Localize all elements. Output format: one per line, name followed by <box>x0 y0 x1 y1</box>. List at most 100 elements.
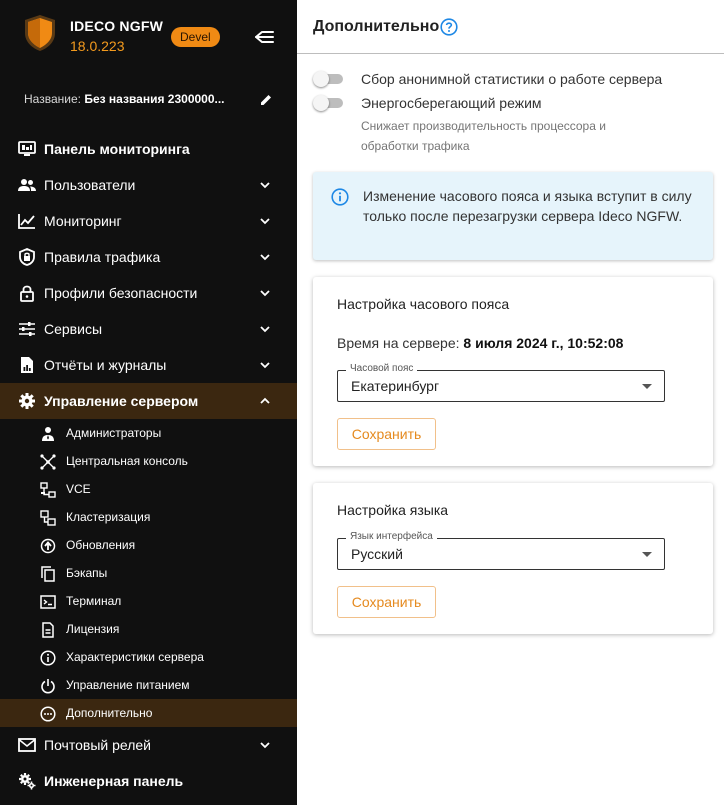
sidebar-subitem-label: Лицензия <box>66 622 120 636</box>
chevron-up-icon <box>260 397 270 404</box>
chevron-down-icon <box>260 362 270 369</box>
timezone-select-label: Часовой пояс <box>346 363 418 374</box>
update-icon <box>40 538 56 554</box>
sidebar-item-server-management[interactable]: Управление сервером <box>0 383 297 419</box>
sidebar-subitem-power[interactable]: Управление питанием <box>0 671 297 699</box>
sidebar-subitem-label: Обновления <box>66 538 136 552</box>
help-icon[interactable] <box>440 18 458 36</box>
sidebar-subitem-label: Администраторы <box>66 426 162 440</box>
shield-logo-icon <box>25 15 55 51</box>
sidebar-item-monitoring-panel[interactable]: Панель мониторинга <box>0 131 297 167</box>
sidebar-subitem-additional[interactable]: Дополнительно <box>0 699 297 727</box>
sidebar-subitem-label: Управление питанием <box>66 678 190 692</box>
sidebar-subitem-server-specs[interactable]: Характеристики сервера <box>0 643 297 671</box>
info-icon <box>331 188 349 206</box>
brand-name: IDECO NGFW <box>70 18 163 34</box>
sidebar-subitem-clustering[interactable]: Кластеризация <box>0 503 297 531</box>
sidebar-item-traffic-rules[interactable]: Правила трафика <box>0 239 297 275</box>
document-icon <box>42 622 54 638</box>
sliders-icon <box>19 322 35 336</box>
mail-icon <box>18 738 36 752</box>
page-header: Дополнительно <box>297 0 724 54</box>
info-icon <box>40 650 56 666</box>
info-alert-text: Изменение часового пояса и языка вступит… <box>363 188 692 224</box>
sidebar-subitem-label: Кластеризация <box>66 510 151 524</box>
gear-icon <box>19 393 35 409</box>
sidebar-item-monitoring[interactable]: Мониторинг <box>0 203 297 239</box>
sidebar-item-security-profiles[interactable]: Профили безопасности <box>0 275 297 311</box>
language-save-button[interactable]: Сохранить <box>337 586 436 618</box>
sidebar-nav: Панель мониторинга Пользователи Монитори… <box>0 131 297 799</box>
sidebar-item-label: Профили безопасности <box>44 285 198 301</box>
server-name: Название: Без названия 2300000... <box>24 92 240 106</box>
sidebar-subitem-terminal[interactable]: Терминал <box>0 587 297 615</box>
timezone-save-button[interactable]: Сохранить <box>337 418 436 450</box>
sidebar-subitem-label: Терминал <box>66 594 122 608</box>
chevron-down-icon <box>260 182 270 189</box>
sidebar-subitem-label: Центральная консоль <box>66 454 188 468</box>
timezone-select[interactable]: Часовой пояс Екатеринбург <box>337 363 665 402</box>
sidebar-subitem-license[interactable]: Лицензия <box>0 615 297 643</box>
shield-lock-icon <box>19 248 35 266</box>
sidebar-item-engineering-panel[interactable]: Инженерная панель <box>0 763 297 799</box>
timezone-select-value: Екатеринбург <box>351 378 440 394</box>
sidebar-item-label: Почтовый релей <box>44 737 151 753</box>
sidebar-item-label: Панель мониторинга <box>44 141 190 157</box>
main-content: Дополнительно Сбор анонимной статистики … <box>297 0 724 805</box>
server-name-value: Без названия 2300000... <box>84 92 225 106</box>
sidebar-subitem-label: Характеристики сервера <box>66 650 204 664</box>
network-icon <box>40 454 56 470</box>
copy-icon <box>41 566 55 582</box>
sidebar-subitem-label: VCE <box>66 482 91 496</box>
brand-version: 18.0.223 <box>70 38 125 54</box>
language-select[interactable]: Язык интерфейса Русский <box>337 531 665 570</box>
sidebar-subitem-central-console[interactable]: Центральная консоль <box>0 447 297 475</box>
dropdown-arrow-icon <box>642 552 652 557</box>
sidebar-item-label: Мониторинг <box>44 213 122 229</box>
sidebar-item-label: Управление сервером <box>44 393 199 409</box>
power-save-toggle-label: Энергосберегающий режим <box>361 95 542 111</box>
chevron-down-icon <box>260 290 270 297</box>
stats-toggle-label: Сбор анонимной статистики о работе серве… <box>361 71 663 87</box>
power-save-toggle[interactable] <box>313 95 343 111</box>
cluster-icon <box>40 510 56 526</box>
chart-line-icon <box>18 214 35 229</box>
power-icon <box>41 679 55 694</box>
server-time-value: 8 июля 2024 г., 10:52:08 <box>463 335 624 351</box>
language-card: Настройка языка Язык интерфейса Русский … <box>313 483 713 634</box>
language-card-title: Настройка языка <box>337 502 449 518</box>
sidebar-item-users[interactable]: Пользователи <box>0 167 297 203</box>
server-time: Время на сервере: 8 июля 2024 г., 10:52:… <box>337 335 623 351</box>
chevron-down-icon <box>260 742 270 749</box>
sidebar-item-services[interactable]: Сервисы <box>0 311 297 347</box>
chevron-down-icon <box>260 254 270 261</box>
sidebar-subitem-vce[interactable]: VCE <box>0 475 297 503</box>
sidebar-subitem-label: Дополнительно <box>66 706 153 720</box>
sidebar-item-label: Отчёты и журналы <box>44 357 167 373</box>
sidebar-subitem-updates[interactable]: Обновления <box>0 531 297 559</box>
gears-icon <box>19 773 36 790</box>
sidebar-item-mail-relay[interactable]: Почтовый релей <box>0 727 297 763</box>
sidebar-item-label: Инженерная панель <box>44 773 184 789</box>
sidebar-subitem-backups[interactable]: Бэкапы <box>0 559 297 587</box>
dropdown-arrow-icon <box>642 384 652 389</box>
sidebar-subitem-label: Бэкапы <box>66 566 108 580</box>
sidebar-item-label: Пользователи <box>44 177 136 193</box>
lock-icon <box>20 285 34 302</box>
sidebar-item-label: Сервисы <box>44 321 103 337</box>
more-icon <box>40 706 56 722</box>
page-title: Дополнительно <box>313 18 440 35</box>
vce-icon <box>40 482 56 498</box>
edit-icon[interactable] <box>258 92 274 108</box>
stats-toggle[interactable] <box>313 71 343 87</box>
brand-header: IDECO NGFW 18.0.223 Devel <box>0 0 297 75</box>
monitor-dashboard-icon <box>18 141 36 156</box>
server-time-label: Время на сервере: <box>337 335 460 351</box>
sidebar-subitem-admins[interactable]: Администраторы <box>0 419 297 447</box>
collapse-sidebar-icon[interactable] <box>254 27 276 47</box>
report-icon <box>21 357 33 373</box>
env-badge: Devel <box>171 27 220 47</box>
admin-icon <box>42 427 54 441</box>
users-icon <box>18 179 36 191</box>
sidebar-item-reports[interactable]: Отчёты и журналы <box>0 347 297 383</box>
